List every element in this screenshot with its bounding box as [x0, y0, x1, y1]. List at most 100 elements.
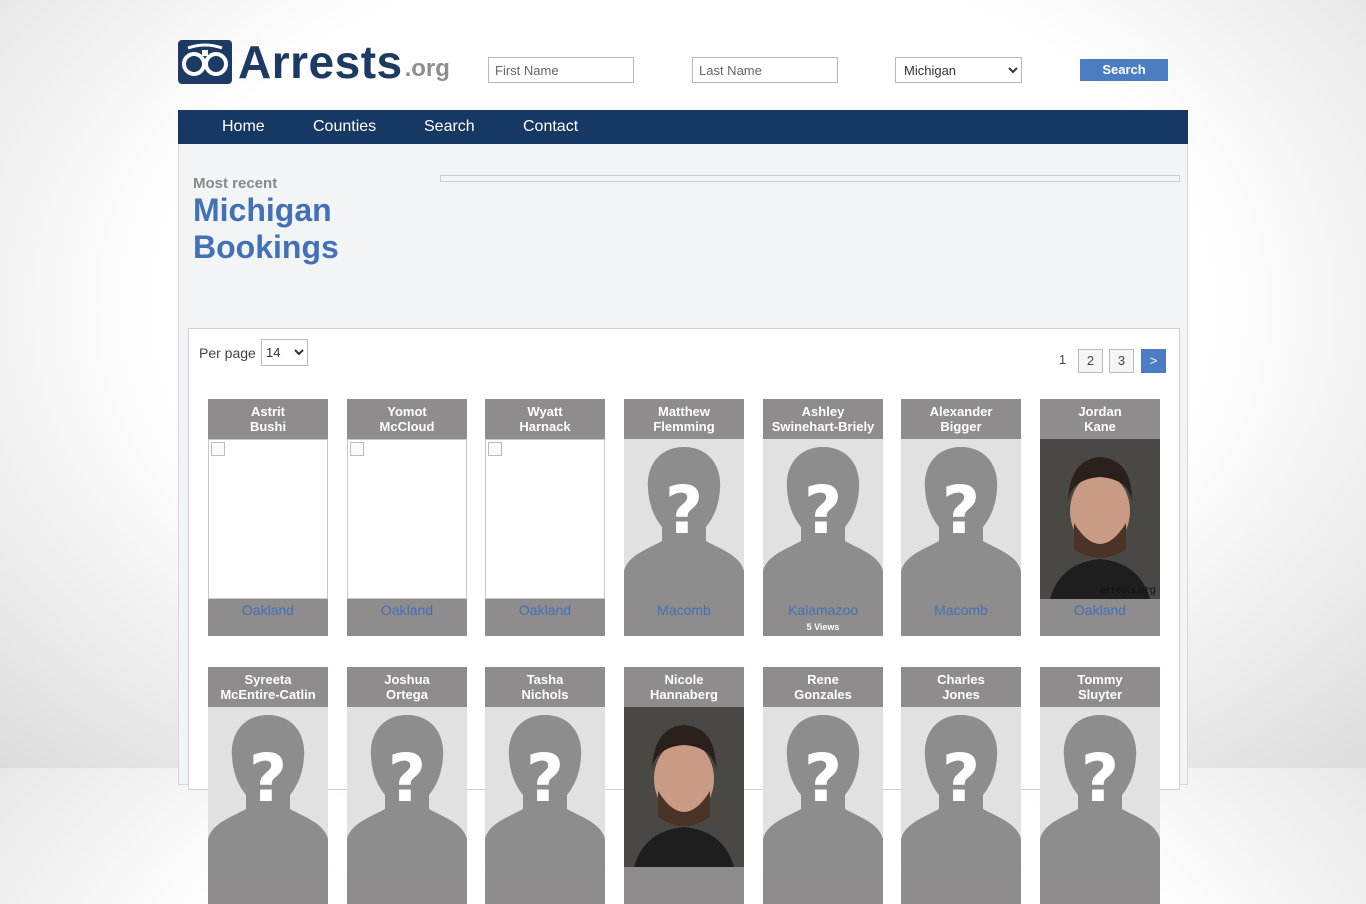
first-name: Tasha	[526, 672, 564, 687]
county-link[interactable]: Oakland	[1040, 599, 1160, 636]
broken-image-glyph	[211, 442, 225, 456]
last-name: Ortega	[386, 687, 428, 702]
booking-card[interactable]: Matthew Flemming ? Macomb	[624, 399, 744, 636]
svg-text:?: ?	[526, 740, 564, 817]
last-name-input[interactable]	[692, 57, 838, 83]
page-current: 1	[1058, 352, 1067, 367]
booking-card[interactable]: Nicole Hannaberg	[624, 667, 744, 904]
next-page-button[interactable]: >	[1141, 349, 1166, 373]
last-name: McEntire-Catlin	[220, 687, 316, 702]
broken-image-icon[interactable]	[208, 439, 328, 599]
booking-card[interactable]: Syreeta McEntire-Catlin ?	[208, 667, 328, 904]
first-name: Rene	[807, 672, 839, 687]
title-line-2: Bookings	[193, 229, 339, 265]
title-line-1: Michigan	[193, 192, 332, 228]
unknown-person-icon[interactable]: ?	[763, 707, 883, 867]
nav-search[interactable]: Search	[424, 110, 475, 144]
unknown-person-icon[interactable]: ?	[485, 707, 605, 867]
county-name: Kalamazoo	[787, 602, 859, 618]
unknown-person-icon[interactable]: ?	[208, 707, 328, 867]
booking-card[interactable]: Alexander Bigger ? Macomb	[901, 399, 1021, 636]
photo-watermark: arrests.org	[1099, 585, 1156, 596]
booking-card[interactable]: Charles Jones ?	[901, 667, 1021, 904]
county-link[interactable]: Kalamazoo 5 Views	[763, 599, 883, 636]
booking-card[interactable]: Yomot McCloud Oakland	[347, 399, 467, 636]
booking-card[interactable]: Tasha Nichols ?	[485, 667, 605, 904]
booking-name: Matthew Flemming	[624, 399, 744, 439]
booking-card[interactable]: Wyatt Harnack Oakland	[485, 399, 605, 636]
ad-placeholder	[440, 175, 1180, 182]
search-button[interactable]: Search	[1080, 59, 1168, 81]
mugshot-photo[interactable]	[624, 707, 744, 867]
site-logo[interactable]: Arrests .org	[178, 34, 450, 85]
county-link[interactable]	[347, 867, 467, 904]
booking-card[interactable]: Jordan Kane arrests.org Oakland	[1040, 399, 1160, 636]
first-name-input[interactable]	[488, 57, 634, 83]
broken-image-icon[interactable]	[347, 439, 467, 599]
first-name: Charles	[937, 672, 985, 687]
last-name: Harnack	[519, 419, 571, 434]
nav-contact[interactable]: Contact	[523, 110, 578, 144]
broken-image-glyph	[350, 442, 364, 456]
svg-text:?: ?	[388, 740, 426, 817]
page-title: Michigan Bookings	[193, 192, 339, 266]
unknown-person-icon[interactable]: ?	[901, 707, 1021, 867]
svg-text:?: ?	[804, 740, 842, 817]
county-link[interactable]	[485, 867, 605, 904]
county-link[interactable]: Macomb	[624, 599, 744, 636]
last-name: Nichols	[521, 687, 569, 702]
view-count: 5 Views	[806, 622, 840, 632]
unknown-person-icon[interactable]: ?	[1040, 707, 1160, 867]
svg-text:?: ?	[665, 472, 703, 549]
first-name: Nicole	[664, 672, 704, 687]
booking-name: Joshua Ortega	[347, 667, 467, 707]
eyebrow-label: Most recent	[193, 175, 278, 192]
per-page-label: Per page	[199, 345, 256, 361]
handcuffs-logo-icon	[178, 40, 232, 84]
county-link[interactable]	[208, 867, 328, 904]
first-name: Tommy	[1077, 672, 1123, 687]
county-link[interactable]: Macomb	[901, 599, 1021, 636]
county-name: Oakland	[1073, 602, 1127, 618]
county-link[interactable]	[901, 867, 1021, 904]
per-page-select[interactable]: 14	[261, 339, 308, 366]
county-name: Oakland	[241, 602, 295, 618]
last-name: Hannaberg	[650, 687, 718, 702]
first-name: Syreeta	[244, 672, 292, 687]
first-name: Matthew	[658, 404, 710, 419]
county-link[interactable]: Oakland	[208, 599, 328, 636]
mugshot-photo[interactable]: arrests.org	[1040, 439, 1160, 599]
booking-card[interactable]: Ashley Swinehart-Briely ? Kalamazoo 5 View…	[763, 399, 883, 636]
unknown-person-icon[interactable]: ?	[347, 707, 467, 867]
page-3-link[interactable]: 3	[1109, 349, 1134, 373]
county-link[interactable]: Oakland	[347, 599, 467, 636]
nav-home[interactable]: Home	[222, 110, 265, 144]
broken-image-icon[interactable]	[485, 439, 605, 599]
county-name: Oakland	[380, 602, 434, 618]
booking-name: Syreeta McEntire-Catlin	[208, 667, 328, 707]
county-link[interactable]	[1040, 867, 1160, 904]
first-name: Ashley	[801, 404, 845, 419]
unknown-person-icon[interactable]: ?	[763, 439, 883, 599]
unknown-person-icon[interactable]: ?	[624, 439, 744, 599]
booking-name: Wyatt Harnack	[485, 399, 605, 439]
booking-card[interactable]: Tommy Sluyter ?	[1040, 667, 1160, 904]
booking-card[interactable]: Joshua Ortega ?	[347, 667, 467, 904]
unknown-person-icon[interactable]: ?	[901, 439, 1021, 599]
booking-card[interactable]: Astrit Bushi Oakland	[208, 399, 328, 636]
state-select[interactable]: Michigan	[895, 57, 1022, 83]
booking-name: Astrit Bushi	[208, 399, 328, 439]
county-link[interactable]	[763, 867, 883, 904]
county-link[interactable]: Oakland	[485, 599, 605, 636]
nav-counties[interactable]: Counties	[313, 110, 376, 144]
first-name: Yomot	[387, 404, 427, 419]
last-name: Bigger	[940, 419, 982, 434]
county-name: Macomb	[657, 602, 711, 618]
last-name: Sluyter	[1077, 687, 1123, 702]
county-link[interactable]	[624, 867, 744, 904]
first-name: Alexander	[929, 404, 993, 419]
booking-card[interactable]: Rene Gonzales ?	[763, 667, 883, 904]
broken-image-glyph	[488, 442, 502, 456]
county-name: Macomb	[934, 602, 988, 618]
page-2-link[interactable]: 2	[1078, 349, 1103, 373]
